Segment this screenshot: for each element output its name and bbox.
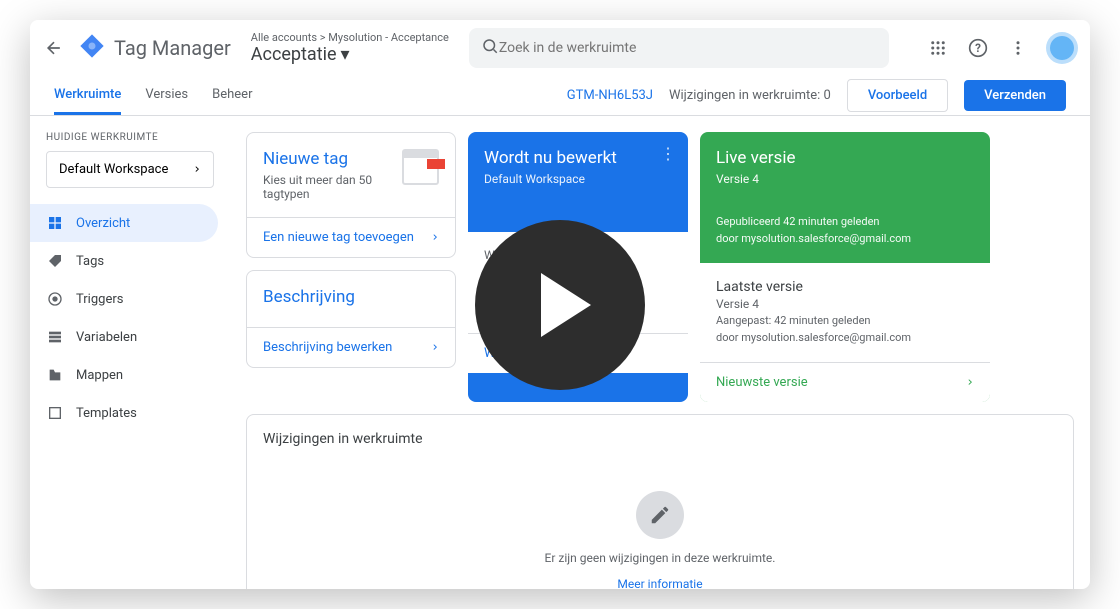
chevron-right-icon: › xyxy=(966,375,974,390)
search-box[interactable] xyxy=(469,28,889,68)
tag-illustration-icon xyxy=(402,149,439,185)
description-card: Beschrijving Beschrijving bewerken › xyxy=(246,270,456,368)
tab-workspace[interactable]: Werkruimte xyxy=(54,77,121,115)
sidebar-heading: HUIDIGE WERKRUIMTE xyxy=(30,132,230,151)
editing-subtitle: Default Workspace xyxy=(484,172,672,186)
workspace-changes-card: Wijzigingen in werkruimte Er zijn geen w… xyxy=(246,414,1074,589)
tab-admin[interactable]: Beheer xyxy=(212,77,252,115)
submit-button[interactable]: Verzenden xyxy=(964,80,1066,111)
changes-count: Wijzigingen in werkruimte: 0 xyxy=(669,88,831,103)
caret-down-icon: ▾ xyxy=(341,44,350,65)
chevron-right-icon: › xyxy=(431,340,439,355)
play-button[interactable] xyxy=(475,220,645,390)
nav-overview[interactable]: Overzicht xyxy=(30,204,218,242)
more-vert-icon[interactable] xyxy=(1006,36,1030,60)
tag-icon xyxy=(46,252,64,270)
nav-label: Triggers xyxy=(76,292,123,307)
help-icon[interactable]: ? xyxy=(966,36,990,60)
nav-label: Mappen xyxy=(76,368,123,383)
new-tag-title: Nieuwe tag xyxy=(263,149,402,169)
trigger-icon xyxy=(46,290,64,308)
latest-by: door mysolution.salesforce@gmail.com xyxy=(716,330,974,347)
latest-version-title: Laatste versie xyxy=(716,279,974,295)
tab-versions[interactable]: Versies xyxy=(145,77,188,115)
nav-folders[interactable]: Mappen xyxy=(30,356,218,394)
preview-button[interactable]: Voorbeeld xyxy=(847,79,948,112)
search-input[interactable] xyxy=(499,40,877,56)
empty-text: Er zijn geen wijzigingen in deze werkrui… xyxy=(545,551,776,565)
add-new-tag-button[interactable]: Een nieuwe tag toevoegen › xyxy=(247,217,455,257)
variable-icon xyxy=(46,328,64,346)
workspace-selector[interactable]: Default Workspace › xyxy=(46,151,214,188)
more-vert-icon[interactable]: ⋮ xyxy=(660,144,676,163)
nav-tags[interactable]: Tags xyxy=(30,242,218,280)
action-label: Beschrijving bewerken xyxy=(263,340,392,355)
container-id[interactable]: GTM-NH6L53J xyxy=(567,88,653,103)
action-label: Nieuwste versie xyxy=(716,375,808,390)
nav-triggers[interactable]: Triggers xyxy=(30,280,218,318)
edit-empty-icon xyxy=(636,491,684,539)
live-subtitle: Versie 4 xyxy=(716,172,974,186)
template-icon xyxy=(46,404,64,422)
nav-label: Templates xyxy=(76,406,137,421)
tag-manager-logo-icon xyxy=(78,32,106,64)
learn-more-link[interactable]: Meer informatie xyxy=(617,577,702,589)
live-version-card: Live versie Versie 4 Gepubliceerd 42 min… xyxy=(700,132,990,402)
published-time: Gepubliceerd 42 minuten geleden xyxy=(716,214,974,231)
chevron-right-icon: › xyxy=(193,162,201,177)
edit-description-button[interactable]: Beschrijving bewerken › xyxy=(247,327,455,367)
nav-label: Tags xyxy=(76,254,104,269)
latest-version-number: Versie 4 xyxy=(716,297,974,311)
nav-label: Overzicht xyxy=(76,216,130,231)
chevron-right-icon: › xyxy=(431,230,439,245)
svg-text:?: ? xyxy=(975,41,981,55)
search-icon xyxy=(481,37,499,59)
latest-modified: Aangepast: 42 minuten geleden xyxy=(716,313,974,330)
workspace-dropdown[interactable]: Acceptatie ▾ xyxy=(251,44,449,65)
apps-icon[interactable] xyxy=(926,36,950,60)
nav-label: Variabelen xyxy=(76,330,137,345)
new-tag-card: Nieuwe tag Kies uit meer dan 50 tagtypen… xyxy=(246,132,456,258)
nav-templates[interactable]: Templates xyxy=(30,394,218,432)
dashboard-icon xyxy=(46,214,64,232)
workspace-label: Acceptatie xyxy=(251,44,337,65)
editing-title: Wordt nu bewerkt xyxy=(484,148,672,168)
published-by: door mysolution.salesforce@gmail.com xyxy=(716,231,974,248)
new-tag-subtitle: Kies uit meer dan 50 tagtypen xyxy=(263,173,402,201)
folder-icon xyxy=(46,366,64,384)
description-title: Beschrijving xyxy=(263,287,439,307)
action-label: Een nieuwe tag toevoegen xyxy=(263,230,414,245)
workspace-selector-label: Default Workspace xyxy=(59,162,168,177)
nav-variables[interactable]: Variabelen xyxy=(30,318,218,356)
app-title: Tag Manager xyxy=(114,36,231,60)
latest-version-button[interactable]: Nieuwste versie › xyxy=(700,362,990,402)
live-title: Live versie xyxy=(716,148,974,168)
play-icon xyxy=(541,273,591,337)
changes-title: Wijzigingen in werkruimte xyxy=(263,431,1057,447)
user-avatar[interactable] xyxy=(1046,32,1078,64)
logo-area: Tag Manager xyxy=(78,32,231,64)
breadcrumb[interactable]: Alle accounts > Mysolution - Acceptance xyxy=(251,31,449,44)
back-button[interactable] xyxy=(42,36,66,60)
